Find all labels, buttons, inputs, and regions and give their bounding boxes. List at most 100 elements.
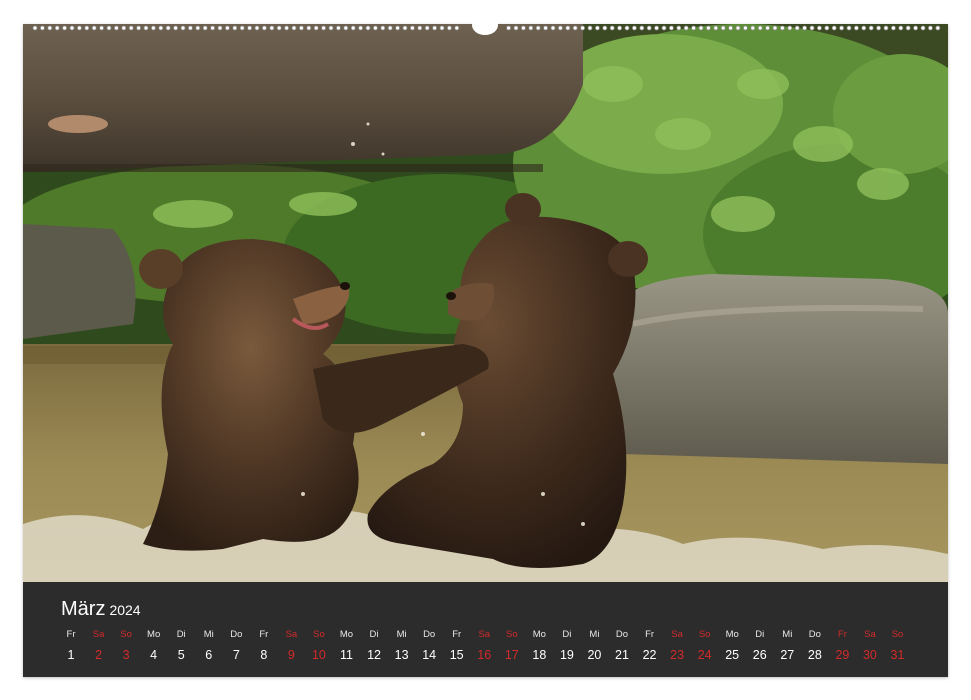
day-column: Mi 27: [774, 628, 800, 665]
binding-ring: [824, 25, 830, 31]
binding-ring: [528, 25, 534, 31]
binding-ring: [150, 25, 156, 31]
binding-ring: [335, 25, 341, 31]
binding-ring: [913, 25, 918, 31]
weekday-label: Mo: [339, 629, 354, 640]
weekday-label: Do: [423, 629, 436, 640]
binding-ring: [106, 25, 112, 31]
binding-ring: [765, 25, 770, 31]
binding-ring: [513, 25, 519, 31]
binding-ring: [187, 25, 193, 31]
day-number: 13: [394, 648, 409, 662]
day-column: So 17: [499, 628, 525, 665]
binding-ring: [350, 25, 356, 31]
day-number: 3: [122, 648, 130, 662]
day-column: Mi 20: [581, 628, 607, 665]
weekday-label: Fr: [837, 629, 847, 640]
day-number: 5: [177, 648, 185, 662]
day-number: 26: [752, 648, 767, 662]
day-number: 10: [311, 648, 326, 662]
binding-ring: [757, 25, 763, 31]
binding-ring: [506, 25, 512, 31]
day-column: Mo 4: [141, 628, 167, 665]
binding-ring: [920, 25, 926, 31]
weekday-label: Sa: [92, 629, 105, 640]
binding-ring: [224, 25, 230, 31]
weekday-label: So: [505, 629, 518, 640]
binding-ring: [247, 25, 253, 31]
day-number: 16: [477, 648, 492, 662]
binding-ring: [535, 25, 541, 31]
day-number: 20: [587, 648, 602, 662]
binding-ring: [743, 25, 748, 31]
binding-ring: [32, 25, 38, 31]
day-column: Mi 6: [196, 628, 222, 665]
binding-ring: [861, 25, 867, 31]
binding-ring: [91, 25, 97, 31]
month-name: März: [61, 598, 106, 620]
binding-ring: [928, 25, 933, 31]
day-number: 30: [862, 648, 877, 662]
day-number: 9: [287, 648, 295, 662]
binding-ring: [84, 25, 90, 31]
day-column: So 3: [113, 628, 139, 665]
binding-ring: [609, 25, 615, 31]
day-number: 17: [504, 648, 519, 662]
binding-ring: [432, 25, 438, 31]
binding-ring: [817, 25, 822, 31]
day-number: 22: [642, 648, 657, 662]
month-year: 2024: [109, 602, 141, 618]
binding-ring: [269, 25, 275, 31]
binding-ring: [728, 25, 733, 31]
day-column: Sa 23: [664, 628, 690, 665]
binding-ring: [114, 25, 119, 31]
weekday-label: Di: [369, 629, 379, 640]
day-column: Di 19: [554, 628, 580, 665]
weekday-label: Fr: [452, 629, 462, 640]
day-number: 8: [260, 648, 268, 662]
weekday-label: Fr: [259, 629, 269, 640]
weekday-label: Mi: [396, 629, 407, 640]
binding-ring: [846, 25, 852, 31]
binding-ring: [809, 25, 815, 31]
binding-ring: [854, 25, 859, 31]
binding-ring: [720, 25, 726, 31]
binding-ring: [402, 25, 408, 31]
binding-ring: [77, 25, 82, 31]
binding-ring: [39, 25, 45, 31]
binding-ring: [698, 25, 704, 31]
day-number: 2: [95, 648, 103, 662]
binding-ring: [787, 25, 793, 31]
binding-ring: [632, 25, 637, 31]
day-number: 14: [422, 648, 437, 662]
day-number: 18: [532, 648, 547, 662]
weekday-label: So: [120, 629, 132, 640]
binding-ring: [891, 25, 896, 31]
day-number: 7: [232, 648, 240, 662]
calendar-strip: März 2024 Fr 1 Sa 2 So 3 Mo 4 Di 5 Mi 6 Do 7 Fr 8 Sa 9 So 10…: [23, 582, 948, 677]
binding-ring: [54, 25, 60, 31]
binding-ring: [180, 25, 186, 31]
binding-ring: [883, 25, 889, 31]
month-heading: März 2024: [61, 598, 141, 621]
binding-ring: [624, 25, 630, 31]
binding-ring: [750, 25, 756, 31]
binding-ring: [62, 25, 67, 31]
weekday-label: Sa: [671, 629, 683, 640]
binding-ring: [358, 25, 364, 31]
spiral-binding: [23, 15, 948, 36]
binding-ring: [321, 25, 327, 31]
day-column: Fr 22: [637, 628, 663, 665]
binding-ring: [424, 25, 430, 31]
binding-ring: [210, 25, 216, 31]
binding-ring: [669, 25, 674, 31]
binding-ring: [831, 25, 837, 31]
binding-ring: [794, 25, 800, 31]
binding-ring: [143, 25, 149, 31]
binding-ring: [898, 25, 904, 31]
day-number: 25: [725, 648, 740, 662]
day-column: Di 12: [361, 628, 387, 665]
binding-ring: [202, 25, 208, 31]
binding-ring: [239, 25, 245, 31]
binding-ring: [565, 25, 571, 31]
